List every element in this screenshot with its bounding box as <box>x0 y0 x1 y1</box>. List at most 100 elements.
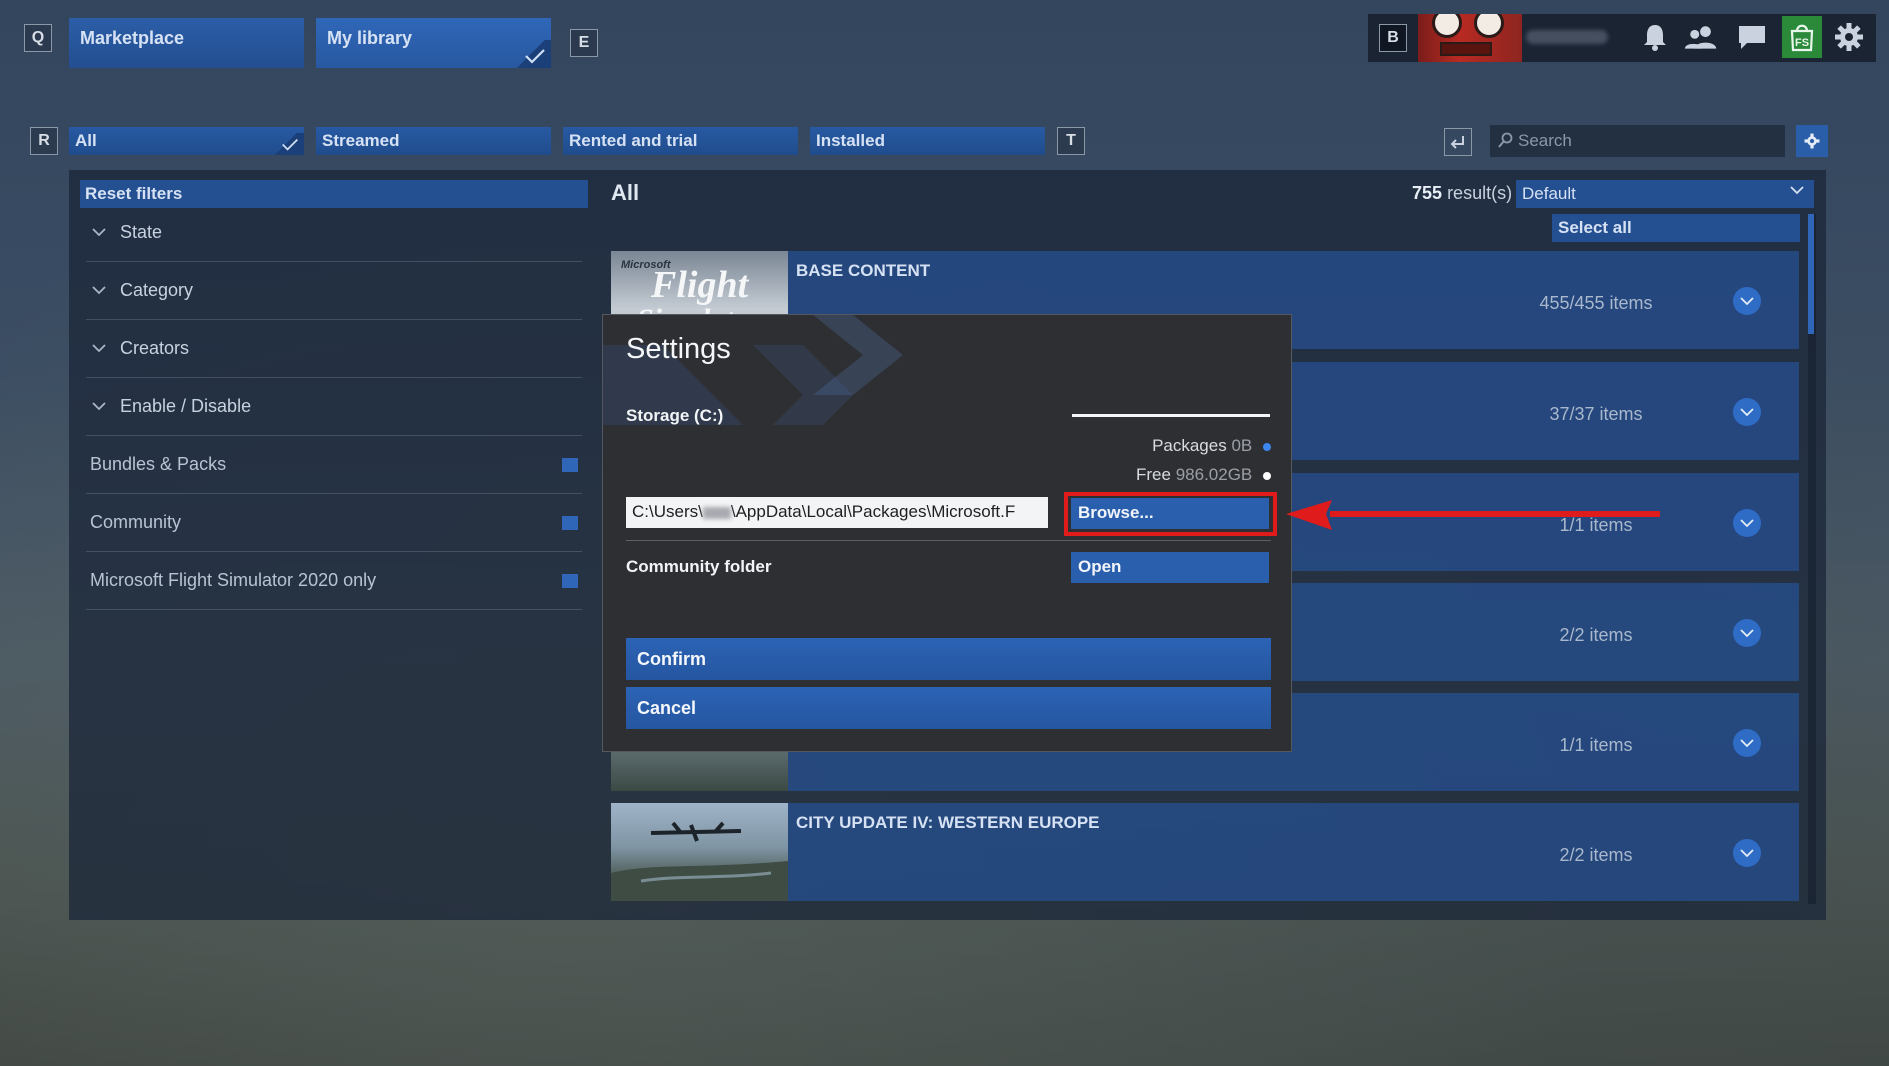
filter-toggle-label: Microsoft Flight Simulator 2020 only <box>90 570 377 590</box>
item-count: 2/2 items <box>1559 845 1633 865</box>
svg-text:FS: FS <box>1795 37 1809 49</box>
keybind-q: Q <box>24 24 52 52</box>
chevron-down-icon <box>1740 407 1754 416</box>
chevron-down-icon <box>1740 296 1754 305</box>
checkmark-icon <box>282 138 298 151</box>
filter-group-creators[interactable]: Creators <box>86 320 582 378</box>
item-thumbnail <box>611 803 788 901</box>
free-dot <box>1263 471 1271 480</box>
filter-tab-rented[interactable]: Rented and trial <box>563 127 798 155</box>
chevron-down-icon <box>1740 628 1754 637</box>
filter-group-label: Creators <box>120 338 190 358</box>
expand-button[interactable] <box>1733 619 1761 647</box>
chat-icon[interactable] <box>1735 20 1769 54</box>
keybind-b: B <box>1379 24 1407 52</box>
enter-icon[interactable] <box>1444 128 1472 156</box>
chevron-down-icon <box>92 228 106 237</box>
expand-button[interactable] <box>1733 729 1761 757</box>
item-title: CITY UPDATE IV: WESTERN EUROPE <box>796 813 1100 832</box>
confirm-button[interactable]: Confirm <box>626 638 1271 680</box>
storage-usage-bar <box>1072 414 1270 417</box>
cancel-button[interactable]: Cancel <box>626 687 1271 729</box>
packages-value: 0B <box>1231 436 1253 455</box>
sort-value: Default <box>1522 184 1576 203</box>
tab-label: Marketplace <box>80 28 185 48</box>
tab-my-library[interactable]: My library <box>316 18 551 68</box>
arrow-annotation <box>1286 500 1660 530</box>
packages-label: Packages <box>1152 436 1227 455</box>
filter-tab-all[interactable]: All <box>69 127 304 155</box>
filter-tab-label: Installed <box>816 131 885 150</box>
expand-button[interactable] <box>1733 839 1761 867</box>
scrollbar-thumb[interactable] <box>1808 214 1814 334</box>
select-all-label: Select all <box>1558 218 1632 237</box>
redacted-username <box>702 506 731 519</box>
store-icon[interactable]: FS <box>1782 16 1822 58</box>
free-legend: Free 986.02GB <box>1023 465 1271 485</box>
item-count: 1/1 items <box>1559 735 1633 755</box>
storage-path-field[interactable]: C:\Users\ \AppData\Local\Packages\Microso… <box>626 497 1048 528</box>
item-count: 37/37 items <box>1549 404 1643 424</box>
tab-label: My library <box>327 28 413 48</box>
filter-toggle-label: Community <box>90 512 182 532</box>
avatar[interactable] <box>1418 14 1522 62</box>
divider <box>626 540 1271 541</box>
path-suffix: \AppData\Local\Packages\Microsoft.F <box>730 502 1016 521</box>
filter-toggle-bundles[interactable]: Bundles & Packs <box>86 436 582 494</box>
settings-small-icon[interactable] <box>1796 125 1828 157</box>
expand-button[interactable] <box>1733 398 1761 426</box>
selected-corner <box>268 133 304 155</box>
item-count: 455/455 items <box>1539 293 1653 313</box>
chevron-down-icon <box>92 286 106 295</box>
keybind-t: T <box>1057 127 1085 155</box>
username-redacted <box>1526 30 1608 44</box>
filter-tab-installed[interactable]: Installed <box>810 127 1045 155</box>
filter-tab-label: Rented and trial <box>569 131 698 150</box>
select-all-button[interactable]: Select all <box>1552 214 1800 242</box>
free-value: 986.02GB <box>1175 465 1253 484</box>
thumb-logo-word: Flight <box>651 264 749 306</box>
content-title: All <box>611 180 640 205</box>
expand-button[interactable] <box>1733 287 1761 315</box>
airplane-icon <box>611 821 788 901</box>
results-count: 755 result(s) <box>1412 183 1512 204</box>
path-prefix: C:\Users\ <box>632 502 703 521</box>
filter-group-enable-disable[interactable]: Enable / Disable <box>86 378 582 436</box>
chevron-down-icon <box>92 402 106 411</box>
filter-toggle-label: Bundles & Packs <box>90 454 227 474</box>
chevron-down-icon <box>1740 738 1754 747</box>
search-icon <box>1498 132 1513 148</box>
confirm-label: Confirm <box>637 649 706 669</box>
sort-dropdown[interactable]: Default <box>1516 180 1814 208</box>
chevron-down-icon <box>92 344 106 353</box>
reset-filters-label: Reset filters <box>85 184 183 203</box>
friends-icon[interactable] <box>1684 20 1718 54</box>
storage-label: Storage (C:) <box>626 406 724 425</box>
packages-legend: Packages 0B <box>1023 436 1271 456</box>
gear-icon[interactable] <box>1832 20 1866 54</box>
filter-group-category[interactable]: Category <box>86 262 582 320</box>
item-count: 2/2 items <box>1559 625 1633 645</box>
filter-group-label: Category <box>120 280 194 300</box>
packages-dot <box>1263 442 1271 451</box>
chevron-down-icon <box>1740 848 1754 857</box>
filter-tab-label: Streamed <box>322 131 400 150</box>
cancel-label: Cancel <box>637 698 697 718</box>
toggle-indicator <box>562 457 578 472</box>
keybind-e: E <box>570 29 598 57</box>
search-input[interactable]: Search <box>1490 125 1785 157</box>
bell-icon[interactable] <box>1638 20 1672 54</box>
filter-toggle-msfs2020-only[interactable]: Microsoft Flight Simulator 2020 only <box>86 552 582 610</box>
filter-group-state[interactable]: State <box>86 204 582 262</box>
filter-toggle-community[interactable]: Community <box>86 494 582 552</box>
filter-group-label: Enable / Disable <box>120 396 252 416</box>
checkmark-icon <box>525 49 545 64</box>
tab-marketplace[interactable]: Marketplace <box>69 18 304 68</box>
filter-tab-label: All <box>75 131 97 150</box>
list-item[interactable]: CITY UPDATE IV: WESTERN EUROPE 2/2 items <box>611 803 1799 901</box>
filter-tab-streamed[interactable]: Streamed <box>316 127 551 155</box>
highlight-annotation <box>1064 492 1277 536</box>
expand-button[interactable] <box>1733 509 1761 537</box>
keybind-r: R <box>30 127 58 155</box>
open-button[interactable]: Open <box>1071 552 1269 583</box>
